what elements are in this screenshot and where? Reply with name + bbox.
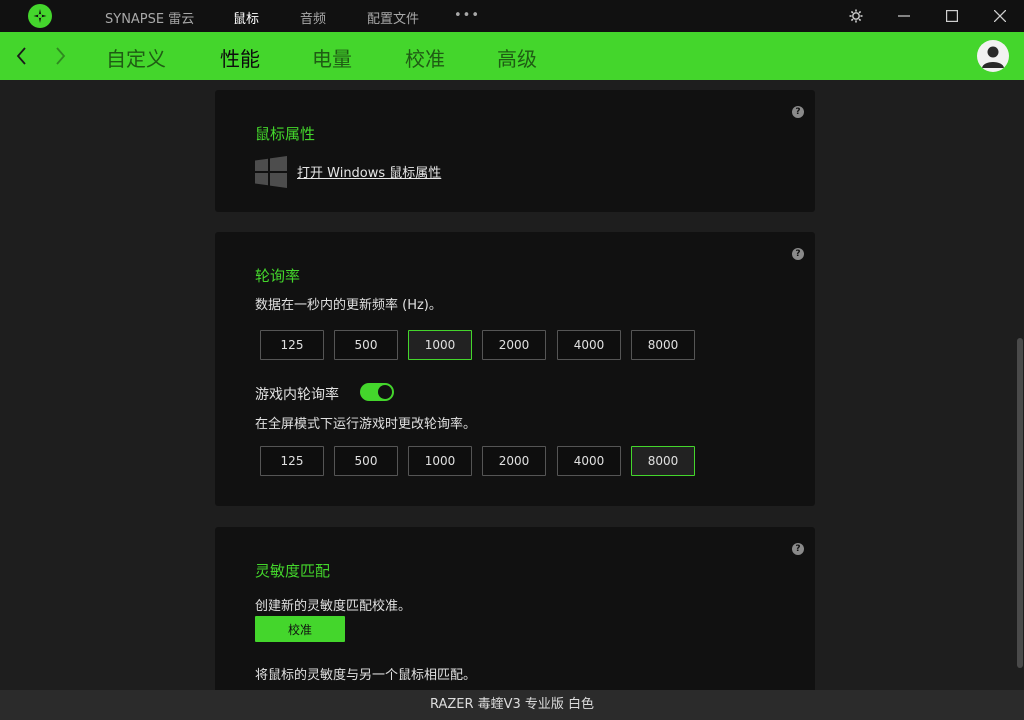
ingame-polling-toggle[interactable] <box>360 383 394 401</box>
polling-rate-card: ? 轮询率 数据在一秒内的更新频率 (Hz)。 125 500 1000 200… <box>215 232 815 506</box>
scrollbar-thumb[interactable] <box>1017 338 1023 668</box>
topnav-mouse[interactable]: 鼠标 <box>233 8 259 27</box>
section-title: 轮询率 <box>255 267 301 285</box>
tab-customize[interactable]: 自定义 <box>106 43 166 72</box>
rate-option-4000[interactable]: 4000 <box>557 330 621 360</box>
tab-power[interactable]: 电量 <box>312 43 352 72</box>
tab-calibration[interactable]: 校准 <box>405 43 445 72</box>
ingame-rate-option-8000[interactable]: 8000 <box>631 446 695 476</box>
windows-logo-icon <box>255 156 287 188</box>
title-bar: SYNAPSE 雷云 鼠标 音频 配置文件 ••• <box>0 0 1024 32</box>
maximize-button[interactable] <box>928 0 976 32</box>
help-icon[interactable]: ? <box>792 543 804 555</box>
topnav-audio[interactable]: 音频 <box>300 8 326 27</box>
open-windows-mouse-properties-link[interactable]: 打开 Windows 鼠标属性 <box>297 162 441 181</box>
ingame-polling-description: 在全屏模式下运行游戏时更改轮询率。 <box>255 417 477 432</box>
close-icon <box>994 10 1006 22</box>
minimize-icon <box>898 15 910 17</box>
toggle-knob <box>378 385 392 399</box>
ingame-rate-option-125[interactable]: 125 <box>260 446 324 476</box>
back-arrow-icon[interactable] <box>10 44 34 68</box>
razer-logo-icon[interactable] <box>28 4 52 28</box>
help-icon[interactable]: ? <box>792 248 804 260</box>
rate-option-125[interactable]: 125 <box>260 330 324 360</box>
topnav-synapse[interactable]: SYNAPSE 雷云 <box>105 8 194 27</box>
rate-option-500[interactable]: 500 <box>334 330 398 360</box>
topnav-profiles[interactable]: 配置文件 <box>367 8 419 27</box>
ingame-rate-option-2000[interactable]: 2000 <box>482 446 546 476</box>
rate-option-8000[interactable]: 8000 <box>631 330 695 360</box>
avatar[interactable] <box>977 40 1009 72</box>
tab-advanced[interactable]: 高级 <box>497 43 537 72</box>
help-icon[interactable]: ? <box>792 106 804 118</box>
gear-icon <box>849 9 863 23</box>
forward-arrow-icon[interactable] <box>48 44 72 68</box>
sensitivity-matching-card: ? 灵敏度匹配 创建新的灵敏度匹配校准。 校准 将鼠标的灵敏度与另一个鼠标相匹配… <box>215 527 815 700</box>
section-title: 灵敏度匹配 <box>255 562 331 580</box>
ingame-polling-label: 游戏内轮询率 <box>255 387 339 403</box>
mouse-properties-card: ? 鼠标属性 打开 Windows 鼠标属性 <box>215 90 815 212</box>
maximize-icon <box>946 10 958 22</box>
device-status-bar: RAZER 毒蝰V3 专业版 白色 <box>0 690 1024 720</box>
calibrate-button[interactable]: 校准 <box>255 616 345 642</box>
more-menu-icon[interactable]: ••• <box>454 8 480 23</box>
rate-option-2000[interactable]: 2000 <box>482 330 546 360</box>
sensitivity-match-description: 将鼠标的灵敏度与另一个鼠标相匹配。 <box>255 668 477 683</box>
settings-button[interactable] <box>832 0 880 32</box>
user-icon <box>982 46 1004 68</box>
ingame-rate-option-4000[interactable]: 4000 <box>557 446 621 476</box>
close-button[interactable] <box>976 0 1024 32</box>
sensitivity-description: 创建新的灵敏度匹配校准。 <box>255 599 412 614</box>
ingame-rate-option-1000[interactable]: 1000 <box>408 446 472 476</box>
ingame-rate-option-500[interactable]: 500 <box>334 446 398 476</box>
tab-performance[interactable]: 性能 <box>220 43 260 72</box>
polling-rate-description: 数据在一秒内的更新频率 (Hz)。 <box>255 298 442 313</box>
section-title: 鼠标属性 <box>255 125 316 143</box>
minimize-button[interactable] <box>880 0 928 32</box>
rate-option-1000[interactable]: 1000 <box>408 330 472 360</box>
